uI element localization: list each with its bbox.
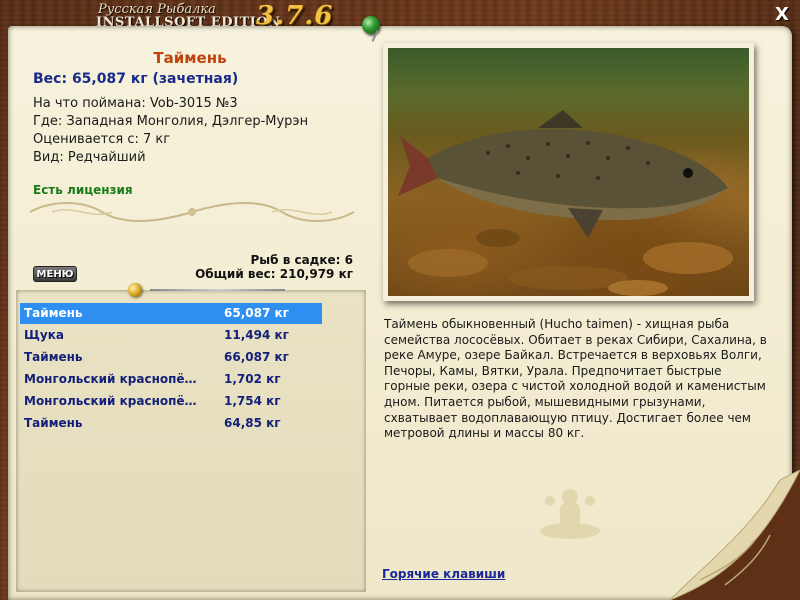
catch-list-row[interactable]: Монгольский краснопё… 1,754 кг [20, 391, 322, 412]
catch-list-row[interactable]: Монгольский краснопё… 1,702 кг [20, 369, 322, 390]
fisherman-silhouette-icon [540, 489, 600, 539]
catch-row-name: Щука [24, 328, 64, 342]
hotkeys-link[interactable]: Горячие клавиши [382, 567, 505, 581]
menu-button[interactable]: МЕНЮ [33, 266, 77, 282]
catch-row-name: Таймень [24, 416, 83, 430]
info-location: Где: Западная Монголия, Дэлгер-Мурэн [33, 114, 309, 129]
catch-row-weight: 1,702 кг [224, 372, 281, 386]
fish-weight: Вес: 65,087 кг (зачетная) [33, 71, 239, 87]
cage-count: Рыб в садке: 6 [250, 253, 354, 267]
catch-row-weight: 65,087 кг [224, 306, 289, 320]
fish-description: Таймень обыкновенный (Hucho taimen) - хи… [384, 317, 767, 441]
catch-row-weight: 1,754 кг [224, 394, 281, 408]
license-status: Есть лицензия [33, 183, 133, 197]
catch-row-name: Монгольский краснопё… [24, 394, 197, 408]
catch-list-row[interactable]: Таймень 66,087 кг [20, 347, 322, 368]
cage-total-weight: Общий вес: 210,979 кг [195, 267, 353, 281]
catch-list-row[interactable]: Таймень 64,85 кг [20, 413, 322, 434]
catch-list-panel: Таймень 65,087 кг Щука 11,494 кг Таймень… [16, 290, 366, 592]
catch-row-name: Таймень [24, 306, 83, 320]
info-min-weight: Оценивается с: 7 кг [33, 132, 171, 147]
close-button[interactable]: X [772, 5, 792, 25]
catch-row-name: Монгольский краснопё… [24, 372, 197, 386]
catch-list-row[interactable]: Щука 11,494 кг [20, 325, 322, 346]
catch-row-weight: 66,087 кг [224, 350, 289, 364]
info-bait: На что поймана: Vob-3015 №3 [33, 96, 238, 111]
fishing-hook-icon [128, 283, 142, 297]
fish-name-heading: Таймень [153, 49, 227, 67]
catch-row-weight: 11,494 кг [224, 328, 289, 342]
fish-photo [388, 48, 749, 296]
fishing-line [150, 289, 285, 291]
fish-photo-frame [383, 43, 754, 301]
fish-illustration [398, 110, 733, 296]
catch-row-weight: 64,85 кг [224, 416, 281, 430]
info-rarity: Вид: Редчайший [33, 150, 146, 165]
ornament-divider [29, 202, 355, 222]
page-curl-decoration [669, 470, 800, 600]
catch-row-name: Таймень [24, 350, 83, 364]
catch-list-row[interactable]: Таймень 65,087 кг [20, 303, 322, 324]
